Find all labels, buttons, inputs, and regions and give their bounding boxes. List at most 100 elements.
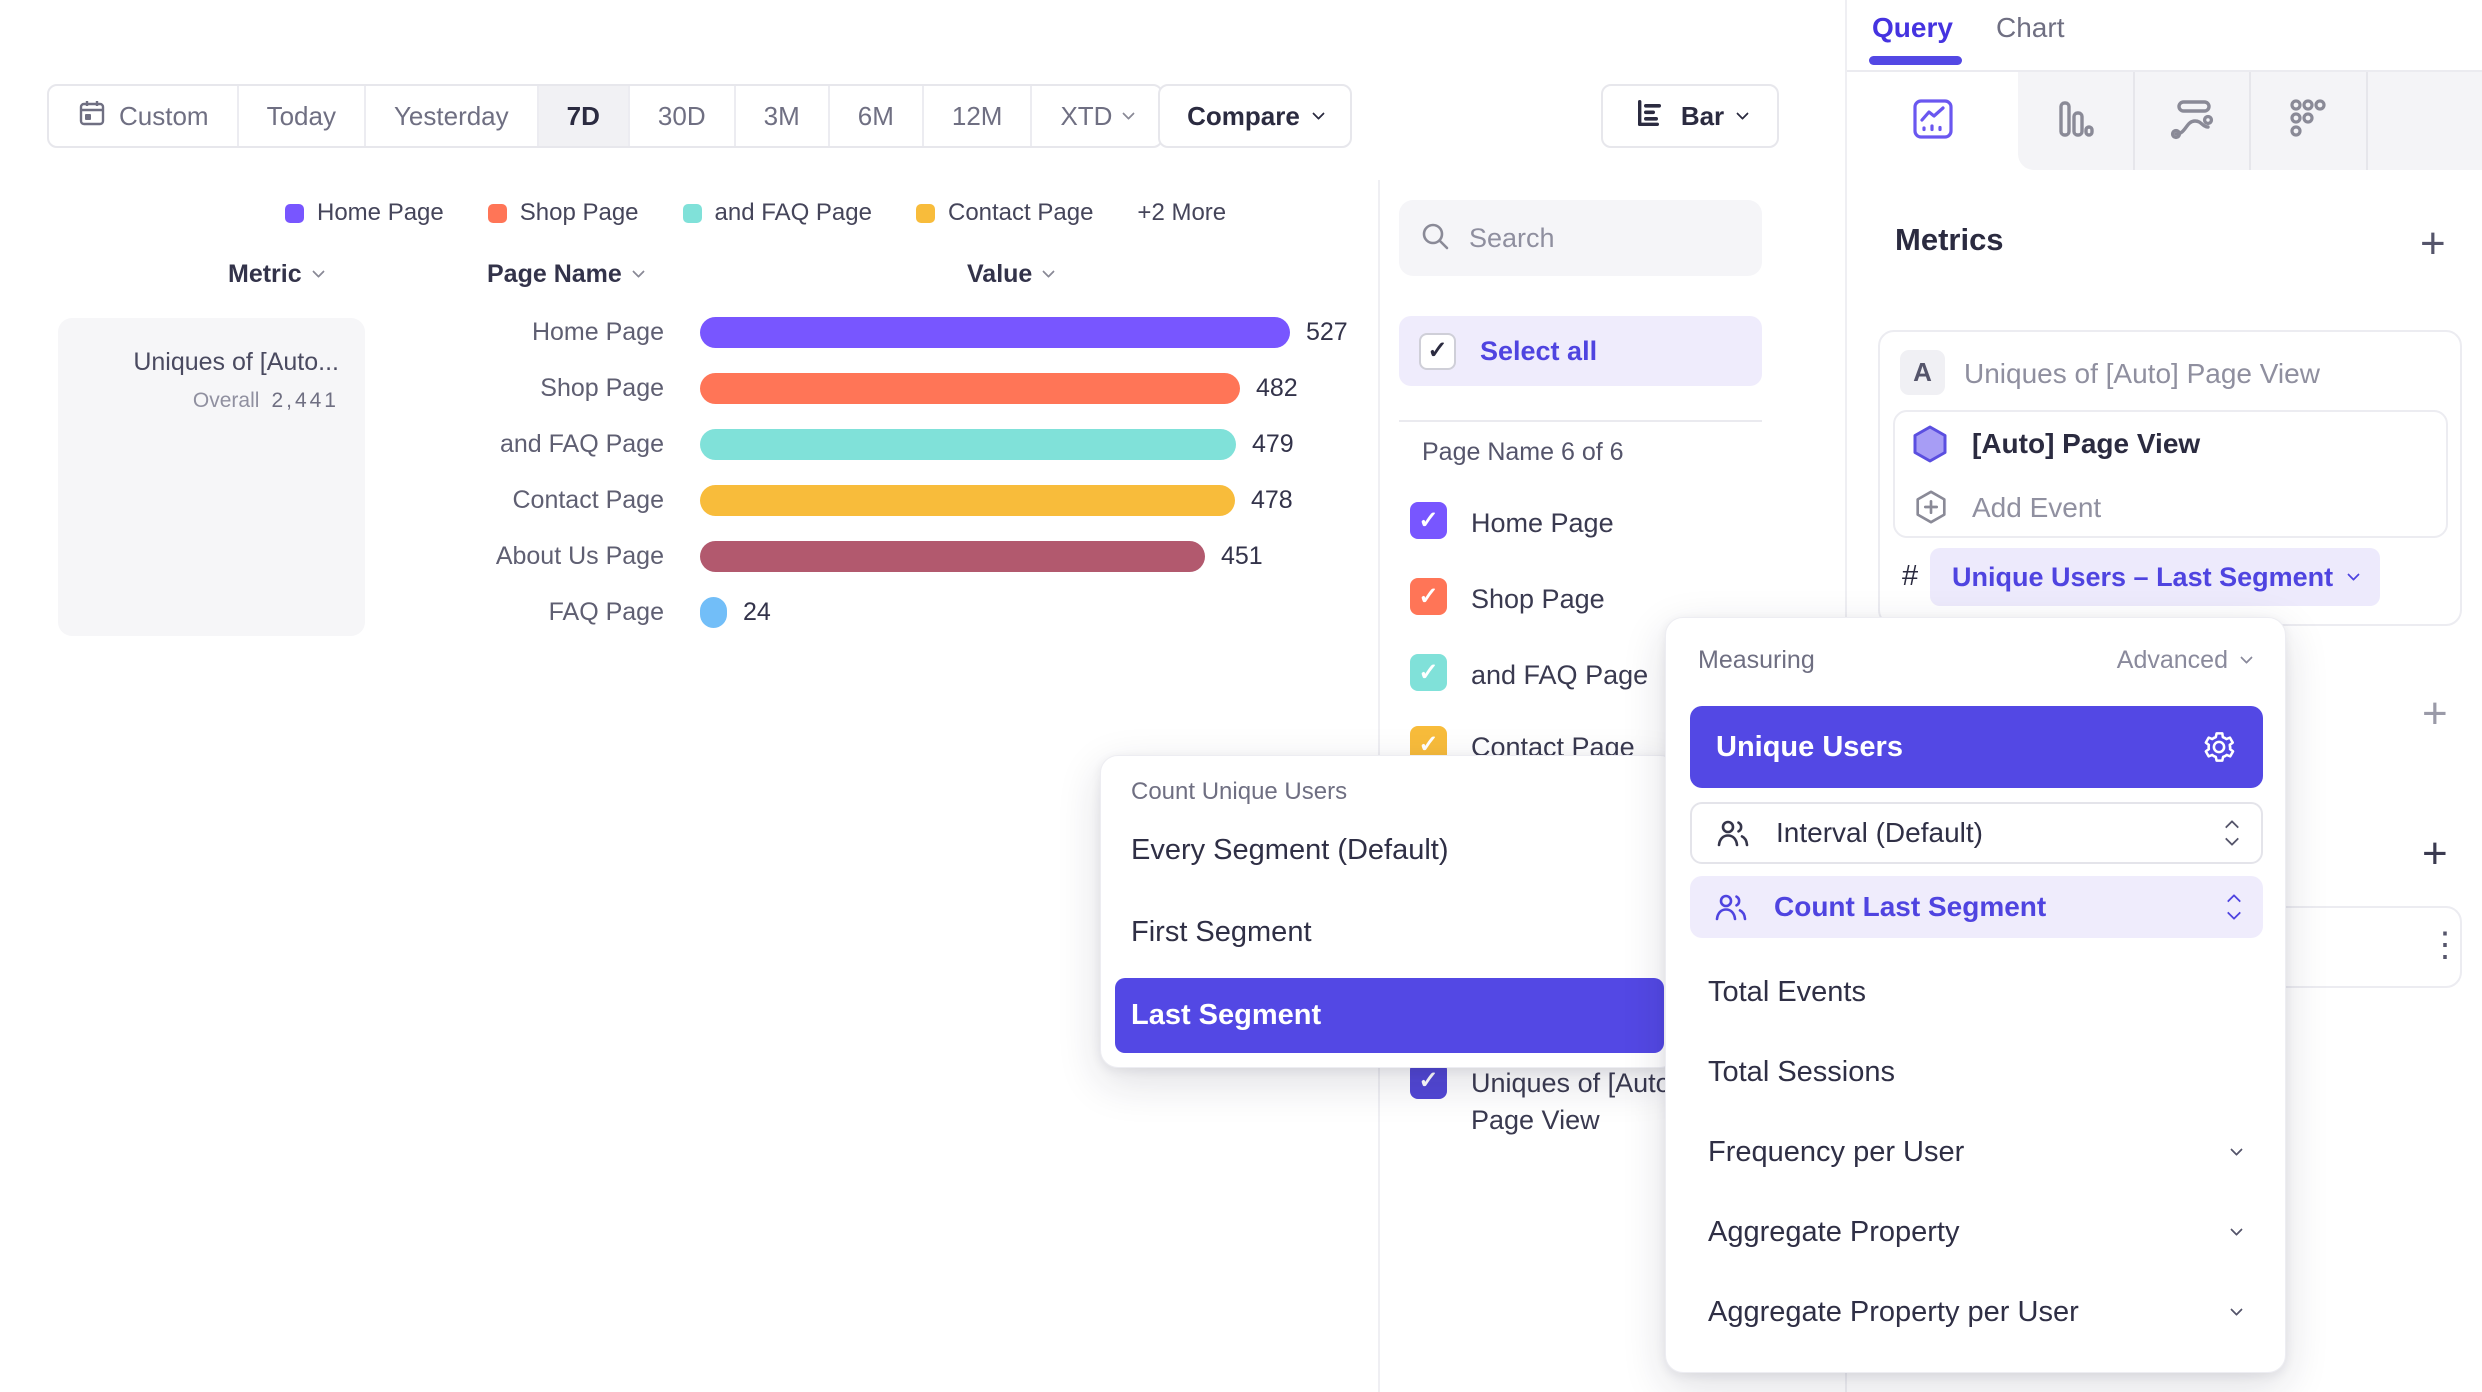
select-all-checkbox[interactable]: ✓: [1419, 333, 1456, 370]
add-breakdown-button[interactable]: +: [2422, 832, 2448, 876]
chart-bar[interactable]: [700, 485, 1235, 516]
date-range-control: Custom Today Yesterday 7D 30D 3M 6M 12M …: [47, 84, 1163, 148]
chart-type-tab-retention[interactable]: [2251, 72, 2368, 170]
stepper-icon[interactable]: [2229, 896, 2239, 918]
date-range-6m[interactable]: 6M: [830, 86, 924, 146]
metric-badge: A: [1900, 350, 1945, 395]
menu-option-first-segment[interactable]: First Segment: [1131, 916, 1312, 949]
calendar-icon: [77, 98, 107, 135]
chart-type-tab-flows[interactable]: [2135, 72, 2252, 170]
measuring-menu: Measuring Advanced Unique Users: [1665, 617, 2286, 1373]
segment-item-and-faq-page[interactable]: ✓ and FAQ Page: [1410, 654, 1648, 694]
kebab-menu-icon[interactable]: ⋮: [2428, 918, 2462, 972]
measuring-option-frequency-per-user[interactable]: Frequency per User: [1708, 1136, 1964, 1169]
chevron-down-icon: [1736, 107, 1749, 120]
chart-bar[interactable]: [700, 429, 1236, 460]
chevron-down-icon: [312, 265, 325, 278]
count-unique-users-menu: Count Unique Users Every Segment (Defaul…: [1100, 755, 1678, 1068]
chart-category-label: Home Page: [440, 318, 664, 347]
add-event-label[interactable]: Add Event: [1972, 492, 2101, 524]
chart-bar[interactable]: [700, 317, 1290, 348]
add-filter-button[interactable]: +: [2422, 692, 2448, 736]
chart-bar[interactable]: [700, 597, 727, 628]
event-name[interactable]: [Auto] Page View: [1972, 428, 2200, 460]
segment-search: [1399, 200, 1762, 276]
chart-legend: Home Page Shop Page and FAQ Page Contact…: [285, 199, 1226, 227]
legend-more[interactable]: +2 More: [1137, 199, 1226, 227]
measuring-option-aggregate-property[interactable]: Aggregate Property: [1708, 1216, 1959, 1249]
date-range-12m[interactable]: 12M: [924, 86, 1033, 146]
segment-item-shop-page[interactable]: ✓ Shop Page: [1410, 578, 1605, 618]
legend-item[interactable]: Contact Page: [916, 199, 1093, 227]
measuring-option-total-events[interactable]: Total Events: [1708, 976, 1866, 1009]
segment-group-label: Page Name 6 of 6: [1422, 438, 1624, 467]
advanced-toggle[interactable]: Advanced: [2117, 646, 2251, 675]
stepper-icon[interactable]: [2227, 822, 2237, 844]
retention-icon: [2286, 97, 2330, 146]
menu-option-every-segment[interactable]: Every Segment (Default): [1131, 834, 1449, 867]
chart-category-label: Shop Page: [440, 374, 664, 403]
date-range-custom[interactable]: Custom: [49, 86, 239, 146]
chevron-down-icon[interactable]: [2230, 1303, 2243, 1316]
metric-title: Uniques of [Auto...: [58, 348, 339, 377]
chart-value-label: 527: [1306, 318, 1348, 347]
column-header-metric[interactable]: Metric: [228, 260, 323, 289]
select-all-row[interactable]: ✓ Select all: [1399, 316, 1762, 386]
chart-value-label: 24: [743, 598, 771, 627]
date-range-3m[interactable]: 3M: [736, 86, 830, 146]
tab-chart[interactable]: Chart: [1996, 12, 2064, 44]
horizontal-bar-chart-icon: [1633, 96, 1667, 137]
checkbox-checked[interactable]: ✓: [1410, 654, 1447, 691]
column-header-value[interactable]: Value: [967, 260, 1053, 289]
date-range-30d[interactable]: 30D: [630, 86, 736, 146]
chart-row: Home Page 527: [440, 304, 1380, 360]
chart-category-label: About Us Page: [440, 542, 664, 571]
measuring-row-count-last-segment[interactable]: Count Last Segment: [1690, 876, 2263, 938]
compare-button[interactable]: Compare: [1158, 84, 1352, 148]
chevron-down-icon: [1123, 107, 1136, 120]
chevron-down-icon: [632, 265, 645, 278]
date-range-7d[interactable]: 7D: [539, 86, 630, 146]
measure-pill[interactable]: Unique Users – Last Segment: [1930, 548, 2380, 606]
legend-item[interactable]: Home Page: [285, 199, 444, 227]
chart-type-tab-funnels[interactable]: [2018, 72, 2135, 170]
chart-type-cell-empty: [2368, 72, 2482, 170]
gear-icon[interactable]: [2201, 729, 2237, 765]
measuring-row-interval[interactable]: Interval (Default): [1690, 802, 2263, 864]
legend-item[interactable]: and FAQ Page: [683, 199, 872, 227]
checkbox-checked[interactable]: ✓: [1410, 578, 1447, 615]
measuring-option-unique-users[interactable]: Unique Users: [1690, 706, 2263, 788]
flows-icon: [2169, 96, 2215, 147]
date-range-xtd[interactable]: XTD: [1032, 86, 1161, 146]
checkbox-checked[interactable]: ✓: [1410, 502, 1447, 539]
date-range-today[interactable]: Today: [239, 86, 366, 146]
chevron-down-icon: [1042, 265, 1055, 278]
chart-type-tab-insights[interactable]: [1847, 70, 2018, 170]
chevron-down-icon[interactable]: [2230, 1223, 2243, 1236]
menu-option-last-segment[interactable]: Last Segment: [1115, 978, 1664, 1053]
legend-item[interactable]: Shop Page: [488, 199, 639, 227]
divider: [1399, 420, 1762, 422]
tab-query[interactable]: Query: [1872, 12, 1953, 44]
chart-type-strip: [2018, 70, 2482, 170]
search-input[interactable]: [1469, 223, 1709, 254]
chart-bar[interactable]: [700, 373, 1240, 404]
funnels-icon: [2053, 97, 2097, 146]
add-metric-button[interactable]: +: [2420, 222, 2446, 266]
users-icon: [1714, 892, 1748, 922]
chart-style-button[interactable]: Bar: [1601, 84, 1779, 148]
add-event-icon: [1912, 488, 1950, 531]
chart-category-label: Contact Page: [440, 486, 664, 515]
metric-summary-card[interactable]: Uniques of [Auto... Overall2,441: [58, 318, 365, 636]
menu-title: Measuring: [1698, 646, 1815, 675]
column-header-page-name[interactable]: Page Name: [487, 260, 643, 289]
segment-item-home-page[interactable]: ✓ Home Page: [1410, 502, 1614, 542]
chart-value-label: 479: [1252, 430, 1294, 459]
legend-swatch: [683, 204, 702, 223]
chart-row: Shop Page482: [440, 360, 1380, 416]
measuring-option-aggregate-property-per-user[interactable]: Aggregate Property per User: [1708, 1296, 2079, 1329]
measuring-option-total-sessions[interactable]: Total Sessions: [1708, 1056, 1895, 1089]
chart-bar[interactable]: [700, 541, 1205, 572]
chevron-down-icon[interactable]: [2230, 1143, 2243, 1156]
date-range-yesterday[interactable]: Yesterday: [366, 86, 539, 146]
